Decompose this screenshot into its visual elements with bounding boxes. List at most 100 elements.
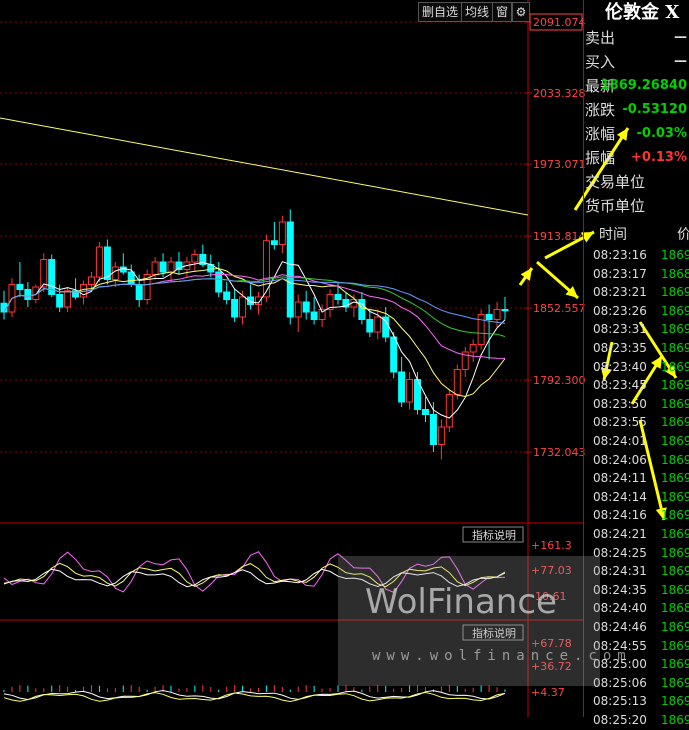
tick-row: 08:23:21 1869.: [585, 283, 689, 302]
tick-row: 08:23:26 1869.: [585, 302, 689, 321]
candle-up: [294, 301, 302, 318]
candle-down: [358, 299, 366, 320]
tick-time: 08:24:35: [593, 582, 647, 597]
candle-down: [334, 294, 342, 300]
quote-label: 涨跌: [585, 101, 616, 119]
quote-row: 卖出 —: [585, 26, 689, 50]
tick-price: 1869.: [661, 378, 689, 393]
quote-value: 1869.26840: [600, 78, 687, 93]
candle-up: [167, 261, 175, 273]
quote-label: 卖出: [585, 29, 616, 47]
tick-row: 08:25:20 1869.: [585, 711, 689, 730]
tick-time: 08:23:17: [593, 266, 647, 281]
candle-down: [127, 271, 135, 285]
candle-down: [390, 336, 398, 373]
tick-row: 08:24:14 1869.: [585, 488, 689, 507]
tick-price: 1869.: [661, 713, 689, 727]
quote-label: 买入: [585, 53, 616, 71]
tick-price: 1869.: [661, 471, 689, 486]
tick-row: 08:24:06 1869.: [585, 451, 689, 470]
moving-average-button[interactable]: 均线: [461, 2, 494, 22]
candle-up: [278, 221, 286, 245]
candle-up: [493, 309, 501, 320]
candle-down: [231, 299, 239, 318]
tick-row: 08:24:01 1869.: [585, 432, 689, 451]
quote-row: 买入 —: [585, 50, 689, 74]
watermark-url: www.wolfinance.com: [372, 648, 632, 664]
tick-time: 08:23:45: [593, 378, 647, 393]
tick-price: 1869.: [661, 452, 689, 467]
candle-up: [87, 276, 95, 285]
price-tick-label: 2091.074: [533, 16, 586, 29]
tick-price: 1869.: [661, 303, 689, 318]
tick-price: 1869.: [661, 564, 689, 579]
quote-label: 货币单位: [585, 197, 646, 215]
quote-row: 涨跌 -0.53120: [585, 98, 689, 122]
candle-down: [286, 221, 294, 318]
tick-price: 1869.: [661, 434, 689, 448]
tick-time: 08:24:01: [593, 434, 647, 448]
candle-down: [302, 301, 310, 313]
indicator1-tick-label: +161.3: [531, 539, 572, 552]
tick-time: 08:23:26: [593, 303, 647, 318]
tick-price: 1868.: [661, 266, 689, 281]
tick-time: 08:25:13: [593, 694, 647, 709]
tick-price: 1869.: [661, 489, 689, 504]
tick-header: 时间 价: [585, 224, 689, 246]
tick-time: 08:23:35: [593, 341, 647, 355]
price-tick-label: 1792.300: [533, 374, 586, 387]
indicator2-line-b: [3, 691, 506, 703]
tick-row: 08:24:11 1869.: [585, 469, 689, 488]
tick-header-price: 价: [677, 227, 689, 243]
tick-price: 1869.: [661, 415, 689, 430]
candle-down: [421, 409, 429, 415]
candle-up: [437, 426, 445, 445]
quote-label: 涨幅: [585, 125, 616, 143]
gear-icon[interactable]: ⚙: [512, 2, 530, 22]
candle-up: [64, 290, 72, 308]
indicator2-tick-label: +4.37: [531, 686, 565, 699]
tick-price: 1869.: [661, 582, 689, 597]
candle-up: [406, 379, 414, 403]
tick-time: 08:23:16: [593, 248, 647, 262]
candle-down: [56, 294, 64, 308]
tick-time: 08:24:16: [593, 508, 647, 523]
tick-price: 1869.: [661, 527, 689, 541]
delete-favorite-button[interactable]: 删自选: [418, 2, 463, 22]
ma40-line: [3, 278, 506, 324]
watermark-logo: WolFinance: [365, 582, 557, 622]
candle-up: [191, 254, 199, 263]
tick-row: 08:25:06 1869.: [585, 674, 689, 693]
long-ma-line: [0, 117, 529, 216]
candle-up: [262, 240, 270, 298]
candle-down: [159, 261, 167, 273]
quote-row: 涨幅 -0.03%: [585, 122, 689, 146]
ma20-line: [3, 273, 506, 359]
tick-row: 08:24:21 1869.: [585, 525, 689, 544]
quote-label: 振幅: [585, 149, 616, 167]
tick-price: 1869.: [661, 620, 689, 634]
tick-row: 08:23:35 1869.: [585, 339, 689, 358]
tick-row: 08:23:50 1869.: [585, 395, 689, 414]
tick-row: 08:23:40 1869.: [585, 358, 689, 377]
price-tick-label: 1973.071: [533, 158, 586, 171]
indicator1-label: 指标说明: [472, 528, 516, 542]
window-icon[interactable]: 窗: [492, 2, 513, 22]
tick-header-time: 时间: [599, 227, 627, 243]
candle-down: [485, 314, 493, 320]
ma10-line: [3, 267, 506, 398]
price-tick-label: 1852.557: [533, 302, 586, 315]
tick-row: 08:25:13 1869.: [585, 692, 689, 711]
tick-price: 1869.: [661, 545, 689, 560]
tick-price: 1869.: [661, 341, 689, 355]
candle-up: [445, 394, 453, 428]
tick-price: 1869.: [661, 638, 689, 653]
tick-row: 08:24:25 1869.: [585, 544, 689, 563]
candle-down: [310, 311, 318, 320]
instrument-title: 伦敦金 X: [605, 2, 680, 23]
tick-price: 1869.: [661, 396, 689, 411]
tick-price: 1868.: [661, 601, 689, 616]
quote-row: 货币单位: [585, 194, 689, 218]
tick-price: 1869.: [661, 508, 689, 523]
quote-value: —: [674, 30, 687, 45]
